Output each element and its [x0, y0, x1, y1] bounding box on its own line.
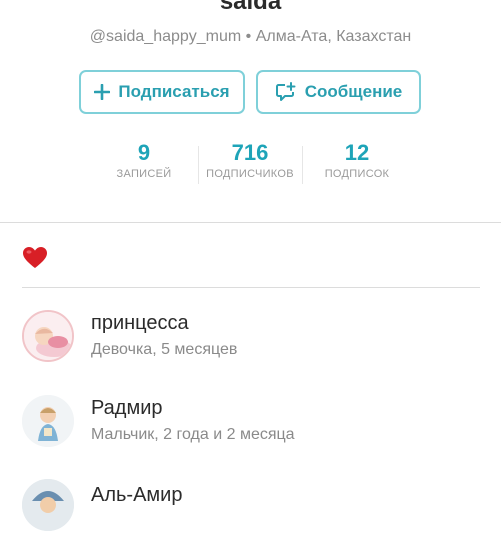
- stat-followers[interactable]: 716 ПОДПИСЧИКОВ: [195, 140, 305, 180]
- child-list-item[interactable]: Радмир Мальчик, 2 года и 2 месяца: [0, 390, 501, 460]
- stat-posts-count: 9: [137, 140, 151, 165]
- message-button-label: Сообщение: [304, 82, 403, 101]
- new-message-icon: [275, 82, 297, 102]
- child-description: Девочка, 5 месяцев: [91, 341, 238, 358]
- message-button[interactable]: Сообщение: [256, 70, 421, 114]
- plus-icon: [94, 84, 111, 100]
- child-list-item[interactable]: Аль-Амир: [0, 475, 501, 545]
- profile-username: saida: [219, 0, 282, 15]
- child-list-item[interactable]: принцесса Девочка, 5 месяцев: [0, 305, 501, 375]
- profile-header: saida @saida_happy_mum • Алма-Ата, Казах…: [0, 0, 501, 222]
- profile-stats: 9 ЗАПИСЕЙ 716 ПОДПИСЧИКОВ 12 ПОДПИСОК: [0, 140, 501, 190]
- child-name: Радмир: [91, 397, 163, 419]
- follow-button[interactable]: Подписаться: [79, 70, 245, 114]
- stat-posts[interactable]: 9 ЗАПИСЕЙ: [89, 140, 199, 180]
- stat-following[interactable]: 12 ПОДПИСОК: [302, 140, 412, 180]
- stat-posts-label: ЗАПИСЕЙ: [116, 168, 172, 180]
- stat-following-label: ПОДПИСОК: [324, 168, 390, 180]
- list-divider: [22, 287, 480, 288]
- section-divider: [0, 222, 501, 223]
- child-name: Аль-Амир: [91, 484, 183, 506]
- child-description: Мальчик, 2 года и 2 месяца: [91, 426, 295, 443]
- child-name: принцесса: [91, 312, 189, 334]
- heart-icon: [22, 246, 48, 270]
- stat-following-count: 12: [344, 140, 370, 165]
- follow-button-label: Подписаться: [118, 82, 230, 101]
- child-avatar: [22, 479, 74, 531]
- child-avatar: [22, 395, 74, 447]
- profile-handle-location: @saida_happy_mum • Алма-Ата, Казахстан: [89, 28, 412, 45]
- child-avatar: [22, 310, 74, 362]
- stat-followers-count: 716: [231, 140, 269, 165]
- stat-followers-label: ПОДПИСЧИКОВ: [206, 168, 294, 180]
